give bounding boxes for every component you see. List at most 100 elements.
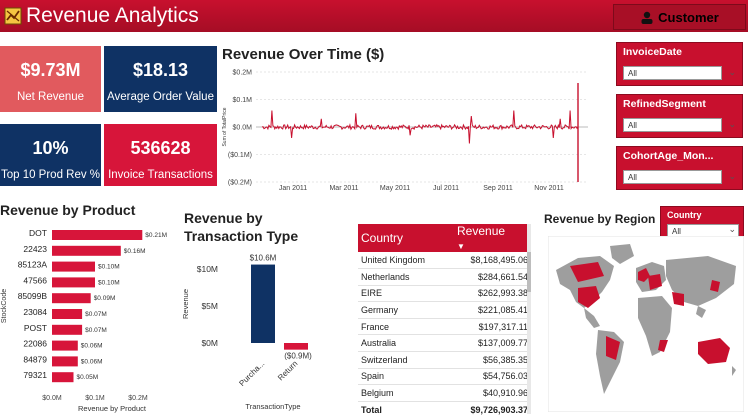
product-bar[interactable] [52,277,95,288]
product-category-label: DOT [29,228,47,238]
table-row[interactable]: France $197,317.11 [358,318,530,336]
transaction-bar[interactable] [251,264,275,343]
product-bar-label: $0.10M [98,279,120,286]
chevron-down-icon[interactable]: ⌄ [728,67,736,78]
product-bar[interactable] [52,245,121,256]
time-chart-title: Revenue Over Time ($) [222,46,385,63]
kpi-net-revenue: $9.73M Net Revenue [0,46,101,112]
country-cell: Netherlands [358,268,454,286]
revenue-cell: $40,910.96 [454,384,530,402]
x-axis-title: TransactionType [245,402,300,411]
table-row[interactable]: Belgium $40,910.96 [358,384,530,402]
y-axis-title: Revenue [181,289,190,319]
region-map-title: Revenue by Region [544,212,656,226]
kpi-label: Net Revenue [16,91,85,103]
transaction-chart-title: Revenue by Transaction Type [184,210,299,244]
product-bar-label: $0.10M [98,264,120,271]
y-tick-label: ($0.1M) [228,152,252,159]
product-bar-label: $0.09M [94,295,116,302]
slicer-title: InvoiceDate [623,46,682,58]
y-tick-label: $5M [201,301,218,311]
product-bar-label: $0.06M [81,343,103,350]
x-tick-label: Mar 2011 [329,185,358,192]
kpi-value: 10% [32,138,69,158]
product-category-label: 79321 [23,370,47,380]
y-tick-label: $0M [201,338,218,348]
product-bar[interactable] [52,324,83,335]
product-category-label: 22086 [23,339,47,349]
revenue-cell: $197,317.11 [454,318,530,336]
revenue-over-time-chart: $0.2M $0.1M $0.0M ($0.1M) ($0.2M) Jan 2011 Mar… [222,70,588,192]
product-bar-label: $0.21M [145,232,167,239]
slicer-country[interactable]: Country All ⌄ [660,206,744,240]
revenue-cell: $56,385.35 [454,351,530,369]
chevron-down-icon[interactable]: ⌄ [728,119,736,130]
customer-nav-button[interactable]: Customer [613,4,746,30]
product-bar[interactable] [52,293,91,304]
table-row[interactable]: Germany $221,085.41 [358,301,530,319]
country-cell: Belgium [358,384,454,402]
slicer-value: All [628,69,637,78]
slicer-dropdown[interactable]: All [623,118,722,132]
total-label: Total [358,400,454,418]
chevron-down-icon[interactable]: ⌄ [728,224,736,235]
table-row[interactable]: Australia $137,009.77 [358,334,530,353]
product-bar[interactable] [52,372,74,383]
table-row[interactable]: Spain $54,756.03 [358,368,530,386]
product-bar[interactable] [52,261,95,272]
kpi-label: Invoice Transactions [108,169,213,181]
slicer-dropdown[interactable]: All [623,170,722,184]
sort-desc-icon[interactable]: ▼ [457,242,465,251]
kpi-top10-product-revenue: 10% Top 10 Prod Rev % [0,124,101,186]
product-category-label: 85099B [18,291,48,301]
revenue-cell: $221,085.41 [454,301,530,319]
table-row[interactable]: Netherlands $284,661.54 [358,268,530,286]
transaction-bar[interactable] [284,343,308,350]
table-scrollbar[interactable] [527,224,531,414]
revenue-by-product-chart: DOT $0.21M 22423 $0.16M 85123A $0.10M 47566 $0.… [1,228,167,413]
x-tick-label: May 2011 [380,185,410,192]
product-bar[interactable] [52,356,78,367]
col-header-revenue[interactable]: Revenue ▼ [454,224,530,252]
kpi-label: Top 10 Prod Rev % [0,169,101,181]
product-bar[interactable] [52,230,143,240]
product-category-label: 85123A [18,260,48,270]
analytics-logo-icon [4,7,22,25]
slicer-title: RefinedSegment [623,98,706,110]
chevron-down-icon[interactable]: ⌄ [728,171,736,182]
revenue-cell: $137,009.77 [454,334,530,353]
kpi-label: Average Order Value [107,91,214,103]
revenue-cell: $262,993.38 [454,285,530,303]
slicer-invoice-date[interactable]: InvoiceDate All ⌄ [616,42,743,86]
slicer-dropdown[interactable]: All [623,66,722,80]
product-bar[interactable] [52,309,83,319]
product-category-label: 22423 [23,244,47,254]
country-cell: Switzerland [358,351,454,369]
col-header-country[interactable]: Country [358,224,454,252]
table-row[interactable]: Switzerland $56,385.35 [358,351,530,369]
y-axis-title: Sum of TotalPrice [222,107,228,146]
kpi-value: $9.73M [20,60,81,80]
product-chart-title: Revenue by Product [0,202,136,218]
slicer-refined-segment[interactable]: RefinedSegment All ⌄ [616,94,743,138]
revenue-cell: $8,168,495.06 [454,252,530,270]
revenue-by-transaction-chart: $10M $5M $0M Revenue $10.6M Purcha... ($0.9M)R… [181,254,312,411]
transaction-bar-label: ($0.9M) [284,352,312,361]
country-cell: United Kingdom [358,252,454,270]
table-row[interactable]: United Kingdom $8,168,495.06 [358,252,530,270]
table-row[interactable]: EIRE $262,993.38 [358,285,530,303]
x-axis-title: Revenue by Product [78,404,147,413]
world-map[interactable] [548,236,744,412]
country-cell: France [358,318,454,336]
kpi-value: 536628 [130,138,191,158]
kpi-invoice-transactions: 536628 Invoice Transactions [104,124,217,186]
user-icon [641,11,653,24]
table-scrollbar-thumb[interactable] [527,252,531,292]
product-bar[interactable] [52,340,78,351]
revenue-cell: $284,661.54 [454,268,530,286]
x-tick-label: Jul 2011 [433,185,459,192]
product-bar-label: $0.06M [81,358,103,365]
revenue-series-line[interactable] [261,110,579,144]
x-tick-label: Sep 2011 [483,185,513,192]
slicer-cohort-age[interactable]: CohortAge_Mon... All ⌄ [616,146,743,190]
